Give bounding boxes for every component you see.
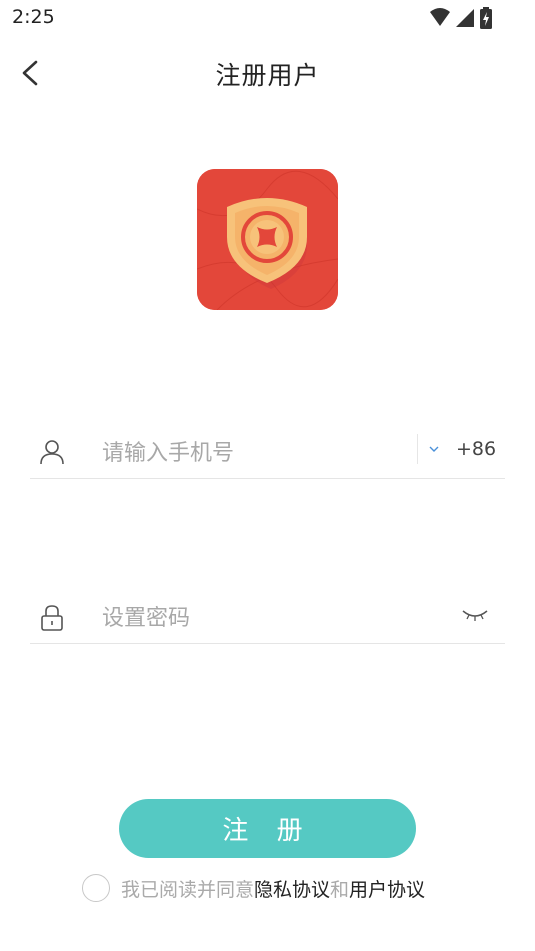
phone-row: +86 xyxy=(30,430,505,479)
country-code: +86 xyxy=(456,438,497,460)
user-icon xyxy=(40,440,64,465)
agreement-row: 我已阅读并同意 隐私协议 和 用户协议 xyxy=(82,872,425,904)
password-input[interactable] xyxy=(100,599,384,637)
agreement-conjunction: 和 xyxy=(330,878,350,901)
agree-checkbox[interactable] xyxy=(82,874,110,902)
chevron-down-icon xyxy=(429,446,439,452)
cellular-signal-icon xyxy=(456,9,474,27)
password-row xyxy=(30,595,505,644)
lock-icon xyxy=(41,605,63,631)
page-title: 注册用户 xyxy=(215,61,320,90)
shield-logo-icon xyxy=(197,169,338,310)
header-bar: 注册用户 xyxy=(0,50,535,96)
register-button[interactable]: 注 册 xyxy=(119,799,416,858)
battery-charging-icon xyxy=(480,7,492,29)
phone-input[interactable] xyxy=(100,434,384,472)
register-page: 2:25 注册用户 请输入手机号 +86 注 册 我已阅读并同意 隐私协议 和 … xyxy=(0,0,535,951)
wifi-icon xyxy=(430,8,450,26)
country-code-dropdown[interactable]: +86 xyxy=(428,436,498,464)
agreement-prefix: 我已阅读并同意 xyxy=(121,878,255,901)
status-bar: 2:25 xyxy=(0,0,535,36)
app-logo xyxy=(197,169,338,310)
divider xyxy=(417,434,418,464)
status-icons xyxy=(429,7,493,29)
user-agreement-link[interactable]: 用户协议 xyxy=(349,875,425,902)
eye-closed-icon[interactable] xyxy=(461,605,489,625)
privacy-policy-link[interactable]: 隐私协议 xyxy=(254,875,330,902)
status-time: 2:25 xyxy=(12,6,55,28)
